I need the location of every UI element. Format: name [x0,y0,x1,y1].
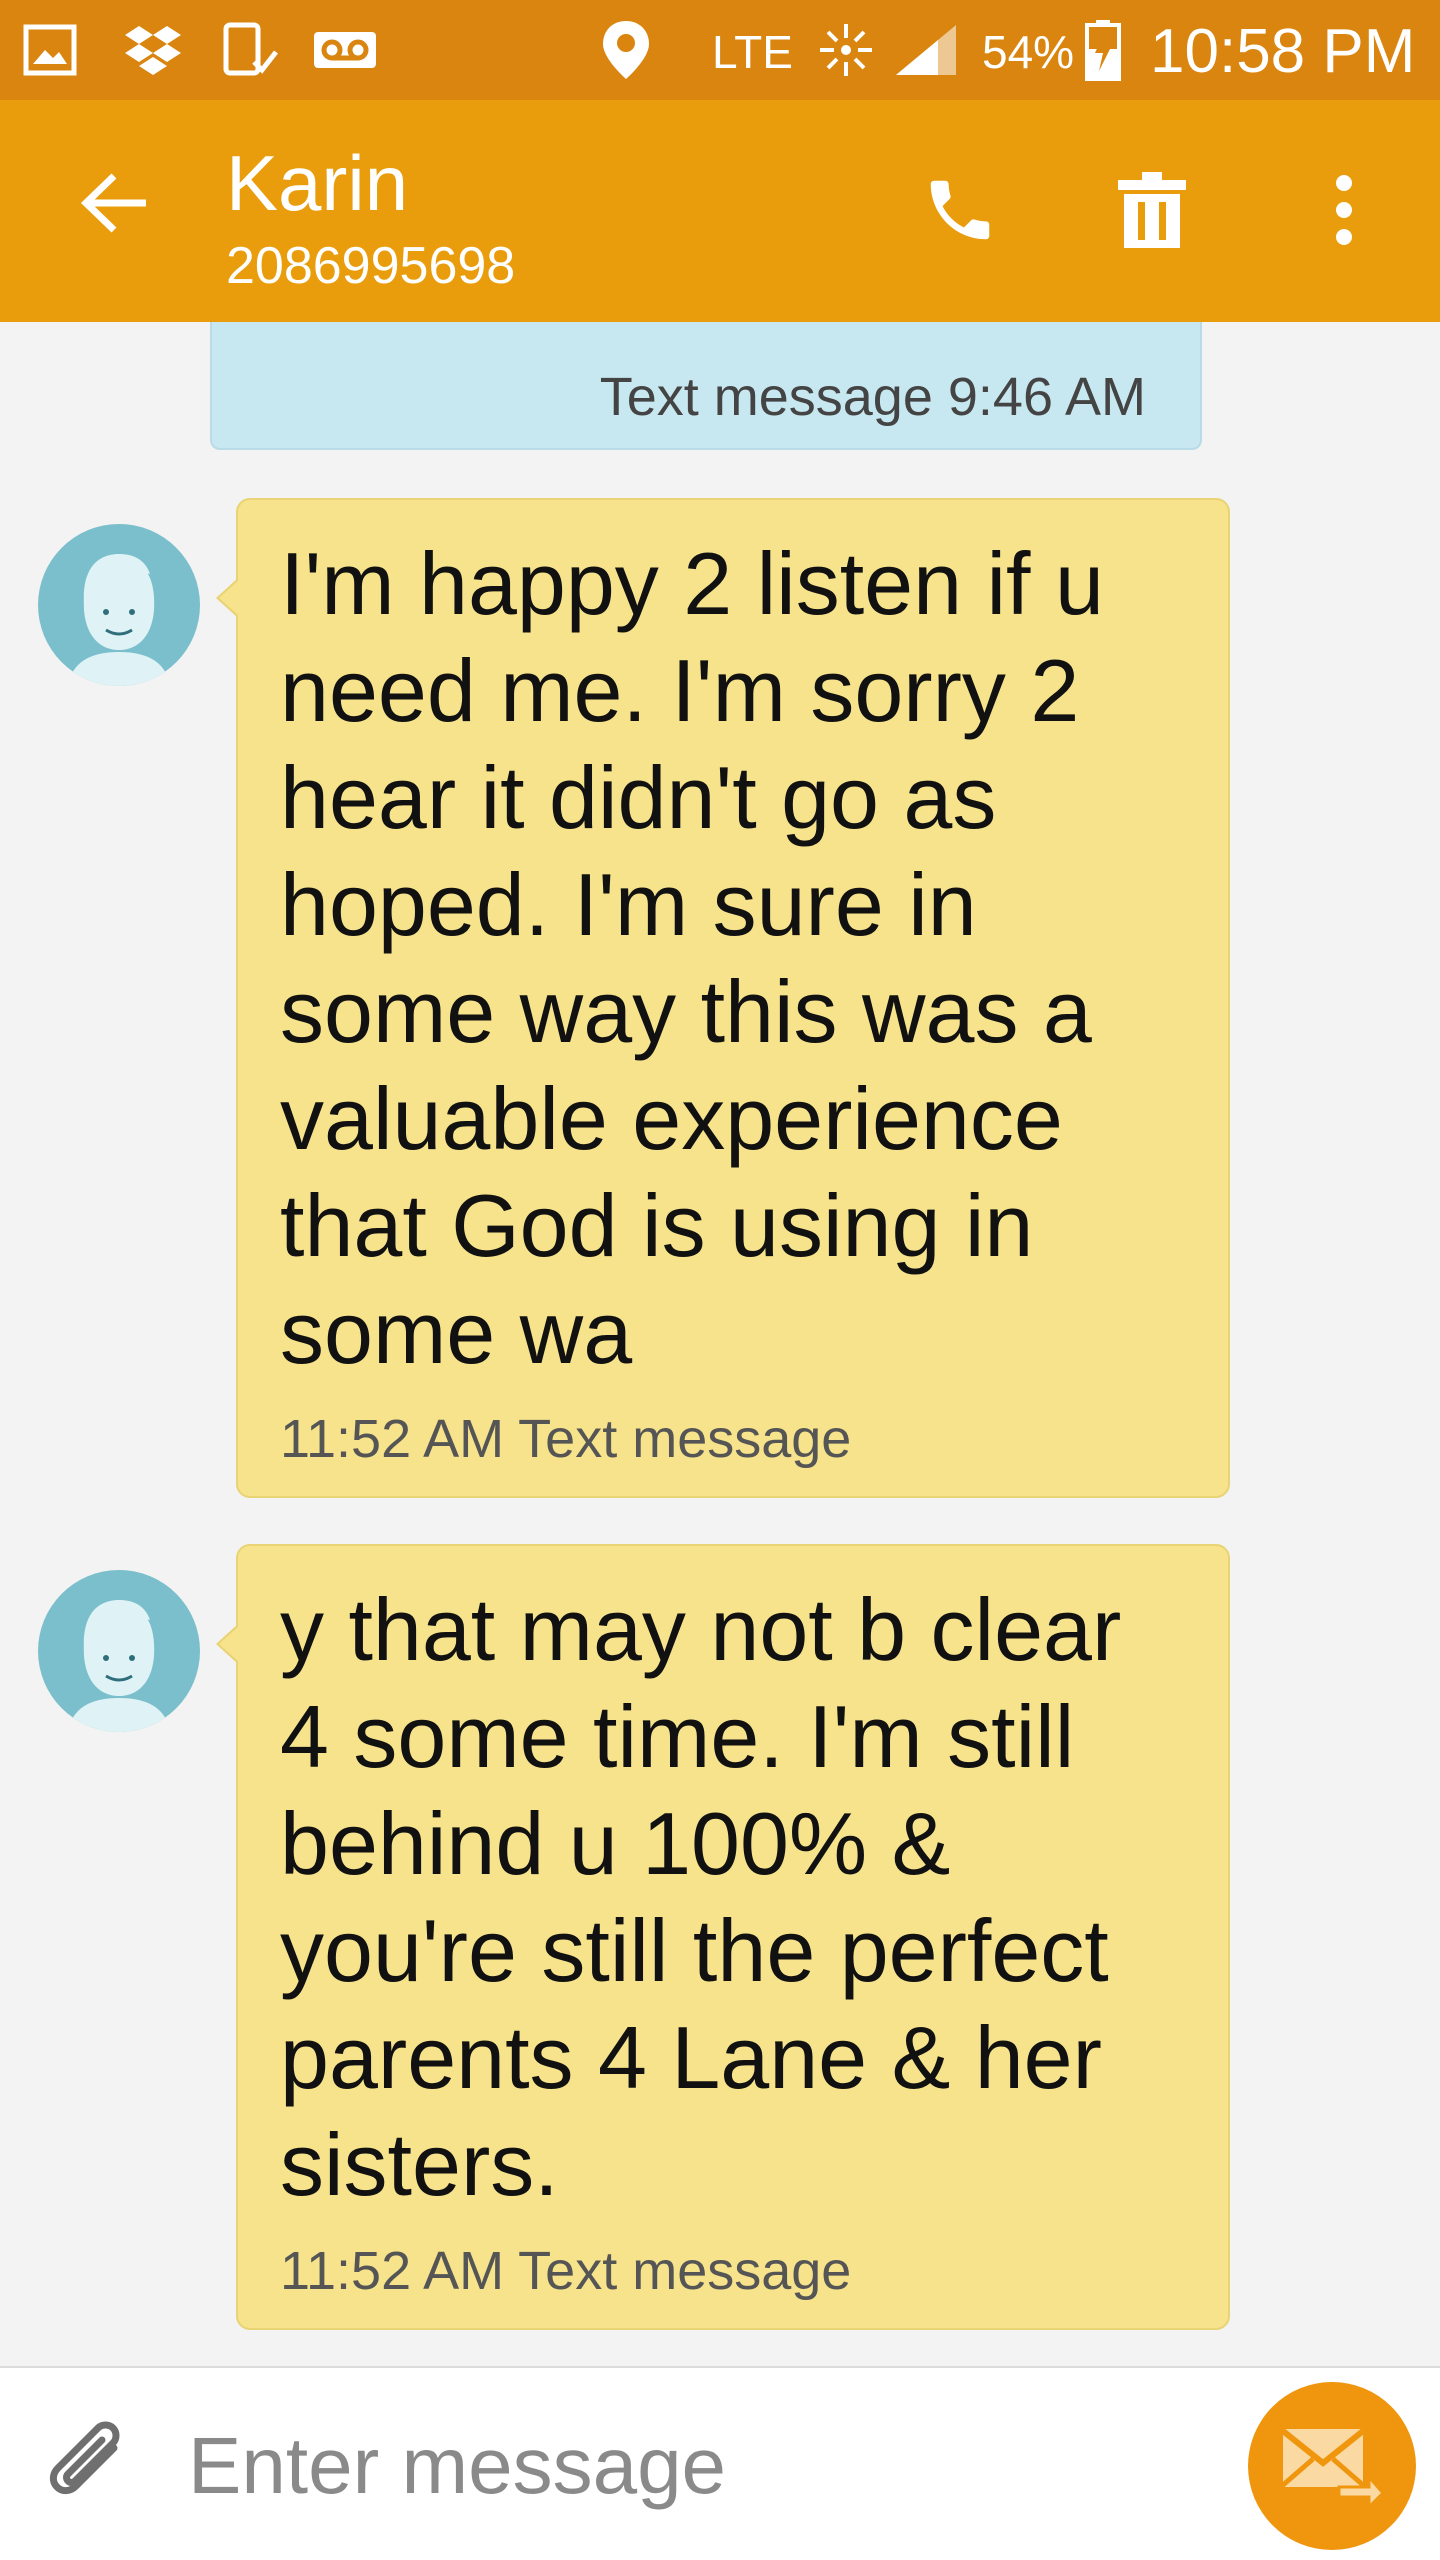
message-meta: 11:52 AM Text message [280,1409,852,1469]
app-bar: Karin 2086995698 [0,100,1440,322]
signal-icon [890,22,962,78]
more-options-button[interactable] [1284,152,1404,272]
gallery-icon [18,22,82,78]
call-button[interactable] [900,152,1020,272]
back-button[interactable] [60,150,170,260]
phone-icon [921,171,999,254]
battery-charging-icon [1078,20,1128,81]
delete-button[interactable] [1092,152,1212,272]
dropbox-icon [118,22,188,78]
clock: 10:58 PM [1150,17,1416,86]
device-check-icon [218,22,282,78]
contact-person-icon [68,554,170,686]
paperclip-icon [42,2418,138,2519]
sent-message-bubble[interactable]: Text message 9:46 AM [210,322,1202,450]
message-composer [0,2366,1440,2560]
message-text: y that may not b clear 4 some time. I'm … [280,1580,1122,2214]
message-text: I'm happy 2 listen if u need me. I'm sor… [280,534,1104,1382]
received-message-bubble[interactable]: y that may not b clear 4 some time. I'm … [216,1544,1230,2330]
contact-person-icon [68,1600,170,1732]
location-icon [596,21,656,79]
send-envelope-icon [1277,2421,1387,2512]
status-bar: LTE 54% 10:58 PM [0,0,1440,100]
message-meta: 11:52 AM Text message [280,2241,852,2301]
arrow-left-icon [80,172,150,239]
avatar[interactable] [38,524,200,686]
attach-button[interactable] [30,2408,150,2528]
more-vert-icon [1334,174,1354,250]
received-message-bubble[interactable]: I'm happy 2 listen if u need me. I'm sor… [216,498,1230,1498]
message-input[interactable] [188,2406,1188,2526]
trash-icon [1116,170,1188,255]
send-button[interactable] [1248,2382,1416,2550]
contact-number: 2086995698 [226,237,516,295]
battery-percent: 54% [982,26,1075,78]
voicemail-icon [310,22,380,78]
data-activity-icon [814,22,878,78]
sent-message-meta: Text message 9:46 AM [599,367,1146,427]
avatar[interactable] [38,1570,200,1732]
message-thread[interactable]: Text message 9:46 AM I'm happy 2 listen … [0,322,1440,2366]
contact-name: Karin [226,139,409,227]
network-type: LTE [712,26,793,78]
